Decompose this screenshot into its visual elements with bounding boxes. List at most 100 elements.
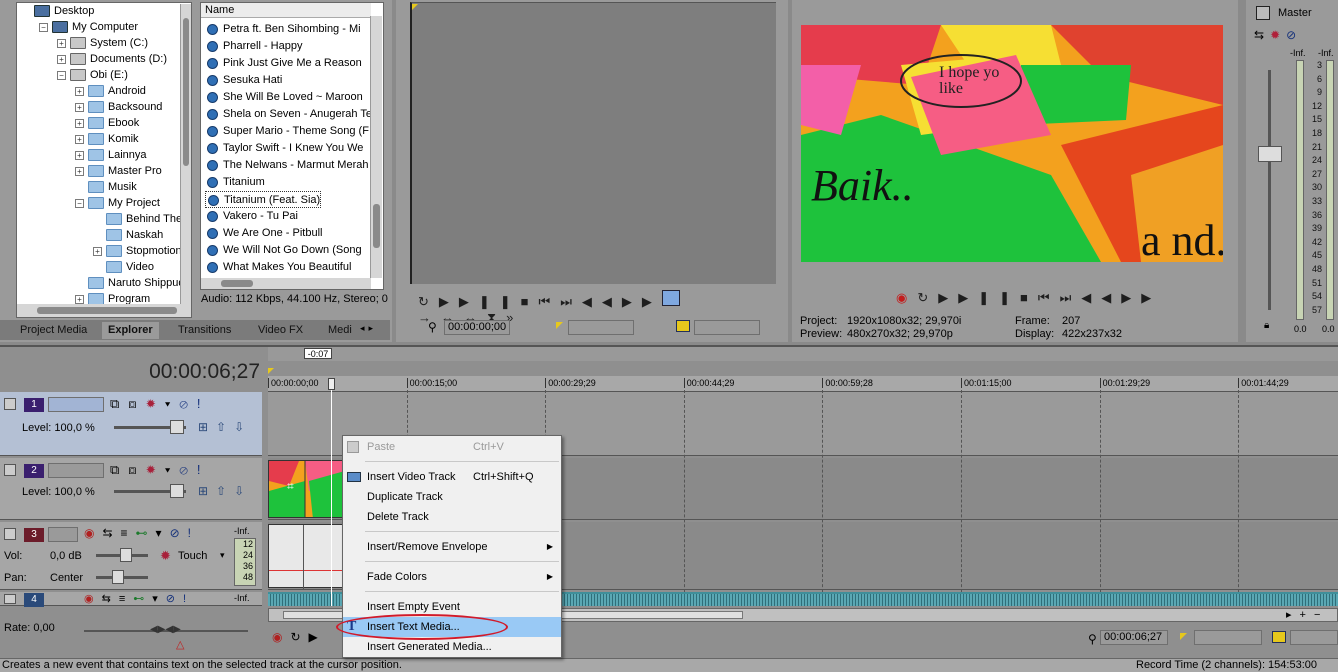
out-point-field[interactable]	[694, 320, 760, 335]
tree-item[interactable]: + Ebook	[75, 115, 139, 131]
track-2-name[interactable]	[48, 463, 104, 478]
bottom-out-field[interactable]	[1290, 630, 1338, 645]
tree-item[interactable]: Desktop	[21, 3, 94, 19]
tab-medi[interactable]: Medi	[322, 322, 358, 339]
tree-item[interactable]: Video	[93, 259, 154, 275]
file-list-hscrollbar[interactable]	[201, 278, 371, 289]
track-1-collapse[interactable]	[4, 398, 16, 410]
menu-item-insert-video-track[interactable]: Insert Video Track Ctrl+Shift+Q	[343, 467, 561, 487]
file-item[interactable]: Titanium	[205, 174, 265, 191]
tab-scroll-arrows[interactable]: ◂▸	[360, 323, 377, 334]
collapse-icon[interactable]: −	[39, 22, 48, 32]
tab-video-fx[interactable]: Video FX	[252, 322, 309, 339]
menu-item-insert-remove-envelope[interactable]: Insert/Remove Envelope ▶	[343, 537, 561, 557]
trimmer-active-button[interactable]	[661, 290, 680, 306]
list-header-name[interactable]: Name	[201, 3, 371, 18]
tree-item[interactable]: Naruto Shippud	[75, 275, 184, 291]
tree-item[interactable]: Naskah	[93, 227, 163, 243]
menu-item-delete-track[interactable]: Delete Track	[343, 507, 561, 527]
file-item[interactable]: We Will Not Go Down (Song	[205, 242, 362, 259]
time-ruler[interactable]: 00:00:00;00 00:00:15;00 00:00:29;29 00:00:4…	[268, 376, 1338, 392]
menu-item-insert-generated-media[interactable]: Insert Generated Media...	[343, 637, 561, 657]
lock-icon[interactable]: 🔒︎	[1264, 320, 1269, 331]
track-2-extra-buttons[interactable]: ⊞⇧⇩	[198, 484, 252, 498]
tree-item[interactable]: − Obi (E:)	[57, 67, 128, 83]
track-1-buttons[interactable]: ⧉⧈✹▾⊘!	[110, 396, 209, 412]
expand-icon[interactable]: +	[75, 150, 84, 160]
master-mute-icon[interactable]: ⊘	[1286, 28, 1302, 42]
expand-icon[interactable]: +	[75, 102, 84, 112]
track-3-mode[interactable]: Touch	[178, 550, 207, 562]
expand-icon[interactable]: +	[75, 86, 84, 96]
expand-icon[interactable]: +	[75, 118, 84, 128]
track-2-level-slider[interactable]	[114, 484, 186, 498]
tree-item[interactable]: + System (C:)	[57, 35, 148, 51]
playhead-handle[interactable]	[328, 378, 335, 390]
collapse-icon[interactable]: −	[57, 70, 66, 80]
file-item[interactable]: We Are One - Pitbull	[205, 225, 322, 242]
file-item[interactable]: Petra ft. Ben Sihombing - Mi	[205, 21, 361, 38]
file-list-scrollbar[interactable]	[370, 16, 382, 278]
trimmer-view[interactable]	[410, 2, 776, 284]
track-header-3[interactable]: 3 ◉⇆≡⊷▾⊘! -Inf. Vol: 0,0 dB ✹ Touch ▾ Pa…	[0, 522, 262, 590]
track-4-buttons[interactable]: ◉⇆≡⊷▾⊘!	[84, 592, 194, 605]
tree-scrollbar[interactable]	[180, 4, 191, 304]
track-1-name[interactable]	[48, 397, 104, 412]
record-button[interactable]: ◉	[896, 290, 917, 305]
in-point-field[interactable]	[568, 320, 634, 335]
track-header-2[interactable]: 2 ⧉⧈✹▾⊘! Level: 100,0 % ⊞⇧⇩	[0, 458, 262, 520]
file-item[interactable]: Pink Just Give Me a Reason	[205, 55, 362, 72]
expand-icon[interactable]: +	[75, 166, 84, 176]
tab-project-media[interactable]: Project Media	[14, 322, 93, 339]
file-item[interactable]: Taylor Swift - I Knew You We	[205, 140, 363, 157]
track-4-collapse[interactable]	[4, 594, 16, 604]
file-list[interactable]: Name Petra ft. Ben Sihombing - Mi Pharrel…	[200, 2, 384, 290]
file-item[interactable]: Vakero - Tu Pai	[205, 208, 298, 225]
track-2-buttons[interactable]: ⧉⧈✹▾⊘!	[110, 462, 209, 478]
file-item[interactable]: Titanium (Feat. Sia)	[205, 191, 322, 208]
bottom-timecode[interactable]: 00:00:06;27	[1100, 630, 1168, 645]
expand-icon[interactable]: +	[75, 134, 84, 144]
audio-event[interactable]	[268, 524, 345, 589]
track-3-buttons[interactable]: ◉⇆≡⊷▾⊘!	[84, 526, 199, 540]
track-2-collapse[interactable]	[4, 464, 16, 476]
file-item[interactable]: Sesuka Hati	[205, 72, 282, 89]
tree-item[interactable]: + Backsound	[75, 99, 162, 115]
track-3-vol-slider[interactable]	[96, 548, 148, 562]
expand-icon[interactable]: +	[57, 38, 66, 48]
track-1-level-slider[interactable]	[114, 420, 186, 434]
menu-item-duplicate-track[interactable]: Duplicate Track	[343, 487, 561, 507]
timeline-record-button[interactable]: ◉	[272, 630, 290, 644]
bottom-in-field[interactable]	[1194, 630, 1262, 645]
track-3-name[interactable]	[48, 527, 78, 542]
tree-item[interactable]: + Android	[75, 83, 146, 99]
folder-tree[interactable]: Desktop − My Computer + System (C:) + Document…	[16, 2, 192, 318]
video-event[interactable]: ⌗	[268, 460, 344, 518]
master-fx-icon[interactable]: ✹	[1270, 28, 1286, 42]
track-3-pan-slider[interactable]	[96, 570, 148, 584]
master-fader-handle[interactable]	[1258, 146, 1282, 162]
expand-icon[interactable]: +	[75, 294, 84, 304]
collapse-icon[interactable]: −	[75, 198, 84, 208]
file-item[interactable]: Shela on Seven - Anugerah Te	[205, 106, 372, 123]
expand-icon[interactable]: +	[93, 246, 102, 256]
crop-icon[interactable]: ⌗	[287, 479, 294, 494]
file-item[interactable]: She Will Be Loved ~ Maroon	[205, 89, 363, 106]
tree-item[interactable]: − My Project	[75, 195, 160, 211]
tree-hscrollbar[interactable]	[17, 304, 191, 317]
track-3-mode-dropdown[interactable]: ▾	[220, 550, 225, 561]
tab-transitions[interactable]: Transitions	[172, 322, 237, 339]
trimmer-timecode[interactable]: 00:00:00;00	[444, 320, 510, 335]
tab-explorer[interactable]: Explorer	[102, 322, 159, 339]
file-item[interactable]: Super Mario - Theme Song (F	[205, 123, 369, 140]
tree-item[interactable]: + Komik	[75, 131, 139, 147]
file-item[interactable]: Pharrell - Happy	[205, 38, 302, 55]
tree-item[interactable]: Musik	[75, 179, 137, 195]
expand-icon[interactable]: +	[57, 54, 66, 64]
zoom-buttons[interactable]: ▸+−	[1286, 608, 1328, 621]
tree-item[interactable]: − My Computer	[39, 19, 138, 35]
menu-item-fade-colors[interactable]: Fade Colors ▶	[343, 567, 561, 587]
track-header-1[interactable]: 1 ⧉⧈✹▾⊘! Level: 100,0 % ⊞⇧⇩	[0, 392, 262, 456]
tree-item[interactable]: + Master Pro	[75, 163, 162, 179]
file-item[interactable]: The Nelwans - Marmut Merah	[205, 157, 369, 174]
